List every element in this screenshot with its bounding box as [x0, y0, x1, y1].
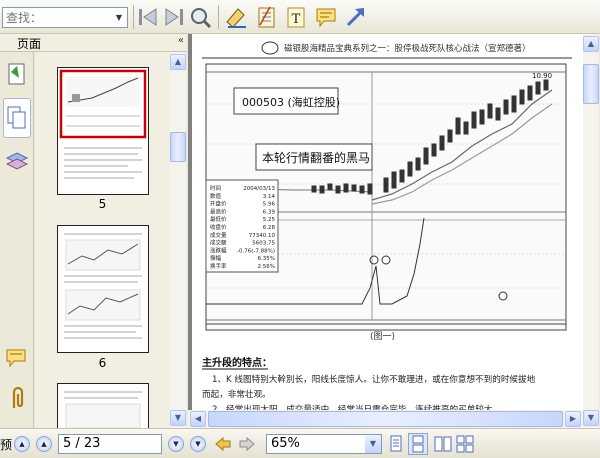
document-view: 磁银股海精品宝典系列之一：股停极战死队核心战法（宣郑德著） 10.90 时间 2… — [188, 34, 583, 428]
go-forward-icon[interactable] — [238, 436, 256, 452]
thumbnail-scrollbar[interactable]: ▲ ▼ — [170, 52, 186, 428]
thumbnail-preview — [64, 233, 142, 339]
layers-icon[interactable] — [5, 150, 29, 176]
scroll-thumb[interactable] — [170, 132, 186, 162]
last-page-button[interactable]: ▼ — [190, 436, 206, 452]
bookmark-icon[interactable] — [5, 62, 29, 88]
scroll-right-button[interactable]: ▶ — [565, 411, 581, 427]
notes-icon[interactable] — [254, 5, 278, 29]
pages-panel-title: 页面 — [17, 37, 42, 51]
info-value: 77340.10 — [249, 233, 276, 239]
search-input[interactable] — [3, 8, 111, 27]
horizontal-scrollbar[interactable]: ◀ ▶ — [188, 410, 583, 428]
info-label: 时间 — [210, 184, 221, 192]
scroll-down-button[interactable]: ▼ — [583, 410, 599, 426]
info-value: 2.56% — [258, 264, 275, 270]
toolbar-separator — [218, 5, 219, 29]
info-value: 5.25 — [263, 217, 276, 223]
page-thumbnail-6[interactable] — [57, 225, 149, 353]
svg-text:T: T — [292, 12, 301, 27]
highlighter-icon[interactable] — [224, 5, 248, 29]
info-value: 5.96 — [263, 202, 276, 208]
scroll-down-button[interactable]: ▼ — [170, 410, 186, 426]
first-page-button[interactable]: ▲ — [14, 436, 30, 452]
caption-label: 本轮行情翻番的黑马 — [262, 150, 370, 165]
toolbar: ▼ T — [0, 0, 600, 34]
continuous-facing-view-icon[interactable] — [456, 435, 474, 453]
info-label: 换手率 — [210, 262, 227, 270]
scroll-left-button[interactable]: ◀ — [190, 411, 206, 427]
info-label: 涨跌幅 — [210, 246, 227, 254]
search-box[interactable]: ▼ — [2, 7, 128, 28]
info-label: 成交量 — [210, 231, 227, 239]
info-label: 开盘价 — [210, 200, 227, 208]
next-page-button[interactable]: ▼ — [168, 436, 184, 452]
page-number-label: 5 — [98, 197, 107, 211]
document-scrollbar[interactable]: ▲ ▼ — [583, 34, 599, 428]
info-value: -0.76(-7.88%) — [237, 248, 275, 254]
document-page: 磁银股海精品宝典系列之一：股停极战死队核心战法（宣郑德著） 10.90 时间 2… — [192, 34, 583, 428]
toolbar-separator — [133, 5, 134, 29]
page-number-label: 6 — [98, 356, 107, 370]
comments-panel-icon[interactable] — [5, 346, 29, 372]
info-value: 2004/03/13 — [243, 186, 275, 192]
page-header: 磁银股海精品宝典系列之一：股停极战死队核心战法（宣郑德著） — [284, 43, 531, 54]
zoom-dropdown-icon[interactable]: ▼ — [365, 435, 381, 453]
page-thumbnail-5[interactable] — [57, 67, 149, 195]
info-label: 数值 — [210, 192, 222, 200]
paragraph-line: 1、K 线图特别大幹別长，阳线长度惊人。让你不敢理进，或在你意想不到的时候拔地 — [212, 373, 536, 385]
info-value: 6.28 — [263, 225, 276, 231]
pages-tab[interactable] — [3, 98, 31, 138]
info-label: 收盘价 — [210, 223, 227, 231]
comment-icon[interactable] — [314, 5, 338, 29]
info-value: 3.14 — [263, 194, 276, 200]
page-number-field[interactable]: 5 / 23 — [58, 434, 162, 454]
status-left-text: 预 — [0, 438, 13, 452]
info-value: 6.39 — [263, 209, 276, 215]
logo-icon — [261, 41, 279, 55]
zoom-search-icon[interactable] — [188, 5, 212, 29]
info-value: 5603.75 — [252, 241, 275, 247]
status-bar: 预 ▲ ▲ 5 / 23 ▼ ▼ 65% ▼ — [0, 428, 600, 458]
scroll-thumb[interactable] — [583, 64, 599, 104]
info-label: 最低价 — [210, 215, 227, 223]
continuous-view-icon — [412, 435, 424, 453]
stock-label: 000503 (海虹控股) — [242, 95, 340, 109]
zoom-value: 65% — [271, 436, 300, 451]
arrow-icon[interactable] — [344, 5, 368, 29]
side-toolbar — [0, 52, 34, 428]
figure-label: (图一) — [370, 331, 395, 342]
single-page-view-icon[interactable] — [388, 435, 404, 453]
zoom-field[interactable]: 65% ▼ — [266, 434, 382, 454]
collapse-panel-button[interactable]: « — [178, 35, 184, 46]
facing-view-icon[interactable] — [434, 435, 452, 453]
next-page-icon[interactable] — [162, 5, 186, 29]
scroll-thumb[interactable] — [208, 411, 563, 427]
chart-top-value: 10.90 — [532, 72, 552, 80]
scroll-up-button[interactable]: ▲ — [170, 54, 186, 70]
previous-page-button[interactable]: ▲ — [36, 436, 52, 452]
page-thumbnail-7[interactable] — [57, 383, 149, 428]
continuous-view-button[interactable] — [408, 433, 428, 455]
paragraph-line: 而起，非常壮观。 — [202, 388, 271, 400]
search-dropdown-icon[interactable]: ▼ — [111, 8, 127, 27]
attachments-icon[interactable] — [5, 386, 29, 412]
pages-icon — [7, 106, 26, 129]
previous-page-icon[interactable] — [136, 5, 160, 29]
info-label: 最高价 — [210, 207, 227, 215]
page-content: 磁银股海精品宝典系列之一：股停极战死队核心战法（宣郑德著） 10.90 时间 2… — [202, 41, 572, 415]
section-title: 主升段的特点： — [202, 356, 272, 369]
thumbnail-preview — [64, 391, 142, 428]
pages-panel-header: 页面 « — [0, 34, 187, 52]
thumbnail-preview — [59, 69, 147, 179]
info-label: 振幅 — [210, 254, 222, 262]
info-label: 成交额 — [210, 239, 227, 247]
thumbnail-pane: 5 6 — [35, 52, 170, 428]
scroll-up-button[interactable]: ▲ — [583, 36, 599, 52]
info-value: 6.35% — [258, 256, 275, 262]
text-icon[interactable]: T — [284, 5, 308, 29]
go-back-icon[interactable] — [214, 436, 232, 452]
